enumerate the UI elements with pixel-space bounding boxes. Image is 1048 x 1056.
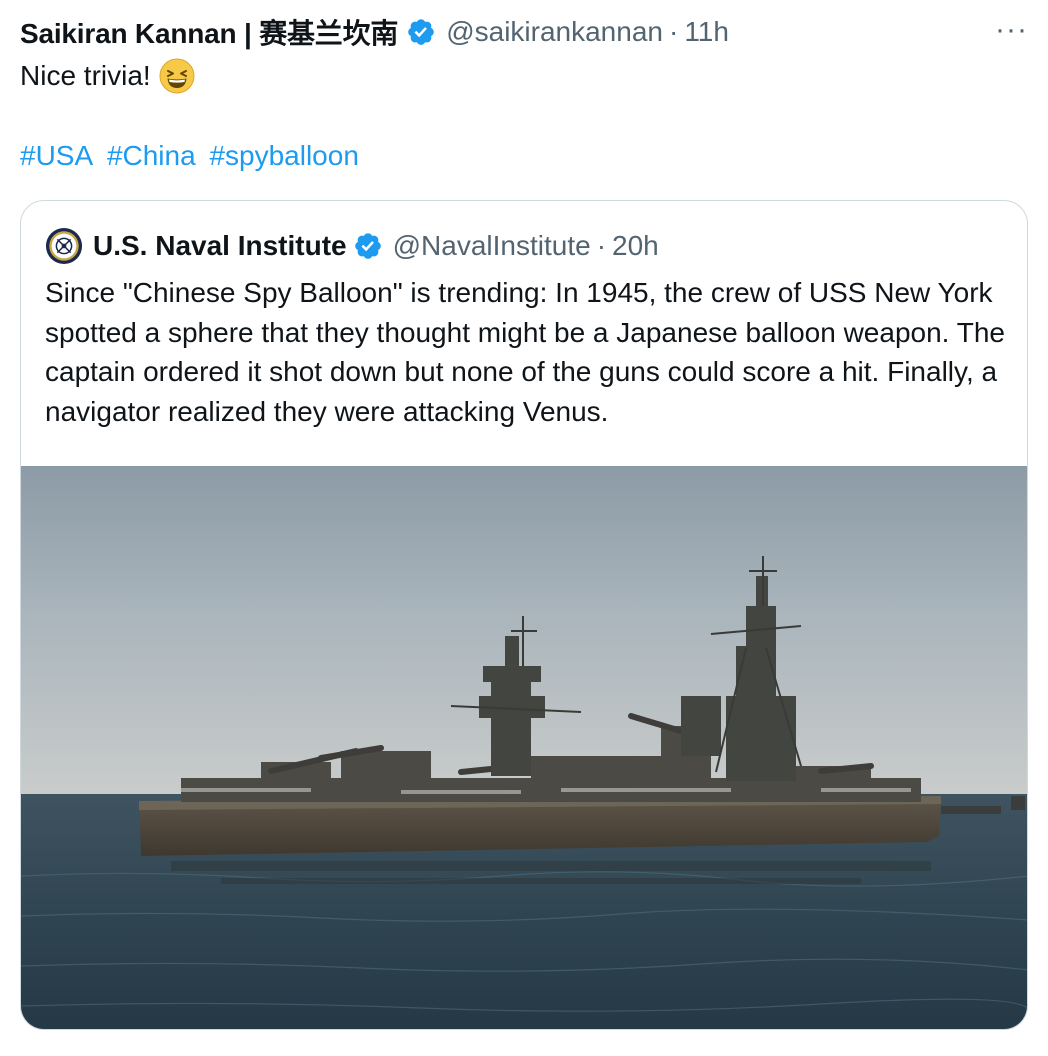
- tweet-text: Nice trivia!: [20, 56, 195, 96]
- quoted-tweet-header: U.S. Naval Institute @NavalInstitute · 2…: [45, 225, 659, 267]
- separator-dot: ·: [668, 16, 679, 47]
- battleship-photo[interactable]: [21, 466, 1028, 1030]
- author-name[interactable]: Saikiran Kannan | 赛基兰坎南: [20, 12, 398, 52]
- author-handle[interactable]: @saikirankannan: [446, 16, 663, 48]
- hashtag-usa[interactable]: #USA: [20, 140, 93, 171]
- verified-badge-icon: [408, 19, 435, 45]
- quoted-author-handle[interactable]: @NavalInstitute: [393, 230, 591, 262]
- hashtag-list: #USA #China #spyballoon: [20, 136, 365, 176]
- grinning-squinting-face-icon: [159, 58, 195, 94]
- naval-institute-avatar-icon[interactable]: [45, 227, 83, 265]
- verified-badge-icon: [354, 233, 381, 259]
- quoted-tweet-text: Since "Chinese Spy Balloon" is trending:…: [45, 277, 1005, 427]
- more-options-icon[interactable]: ···: [995, 15, 1028, 45]
- separator-dot: ·: [596, 230, 607, 261]
- hashtag-spyballoon[interactable]: #spyballoon: [209, 140, 358, 171]
- tweet-text-body: Nice trivia!: [20, 60, 151, 91]
- tweet-time[interactable]: 11h: [684, 16, 729, 48]
- quoted-tweet-time[interactable]: 20h: [612, 230, 659, 262]
- quoted-tweet-card[interactable]: U.S. Naval Institute @NavalInstitute · 2…: [20, 200, 1028, 1030]
- quoted-author-name[interactable]: U.S. Naval Institute: [93, 230, 347, 262]
- hashtag-china[interactable]: #China: [107, 140, 196, 171]
- tweet-header: Saikiran Kannan | 赛基兰坎南 @saikirankannan …: [20, 12, 729, 52]
